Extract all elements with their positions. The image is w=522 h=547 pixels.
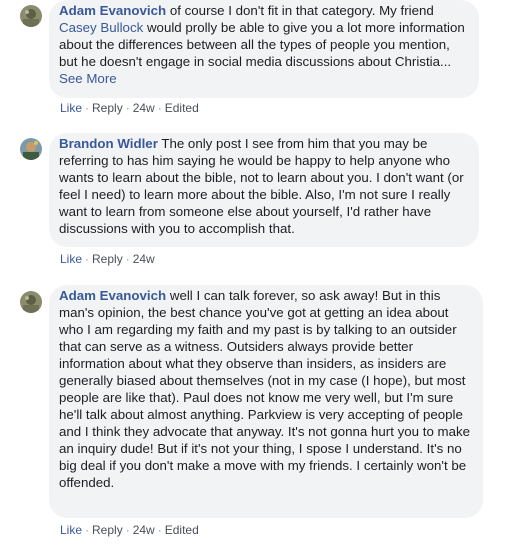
separator: · [125, 101, 130, 115]
profile-photo-icon [20, 138, 42, 160]
separator: · [85, 101, 90, 115]
edited-link[interactable]: Edited [165, 101, 199, 115]
separator: · [125, 252, 130, 266]
comment-actions: Like · Reply · 24w [60, 251, 155, 267]
comment-text: The only post I see from him that you ma… [59, 136, 464, 236]
comment-author[interactable]: Brandon Widler [59, 136, 158, 151]
edited-link[interactable]: Edited [165, 523, 199, 537]
like-button[interactable]: Like [60, 523, 82, 537]
like-button[interactable]: Like [60, 101, 82, 115]
comment-bubble: Adam Evanovich of course I don't fit in … [49, 0, 479, 98]
comment-author[interactable]: Adam Evanovich [59, 3, 166, 18]
reply-button[interactable]: Reply [92, 101, 123, 115]
timestamp-link[interactable]: 24w [133, 252, 155, 266]
separator: · [157, 523, 162, 537]
avatar[interactable] [20, 5, 42, 27]
see-more-link[interactable]: See More [59, 71, 117, 86]
comment-actions: Like · Reply · 24w · Edited [60, 522, 199, 538]
comment-actions: Like · Reply · 24w · Edited [60, 100, 199, 116]
mention-link[interactable]: Casey Bullock [59, 20, 143, 35]
avatar[interactable] [20, 138, 42, 160]
reply-button[interactable]: Reply [92, 523, 123, 537]
timestamp-link[interactable]: 24w [133, 523, 155, 537]
profile-photo-icon [20, 291, 42, 313]
separator: · [85, 523, 90, 537]
like-button[interactable]: Like [60, 252, 82, 266]
separator: · [85, 252, 90, 266]
comment-text: of course I don't fit in that category. … [166, 3, 434, 18]
comment-bubble: Adam Evanovich well I can talk forever, … [49, 285, 483, 518]
comment-bubble: Brandon Widler The only post I see from … [49, 133, 479, 247]
separator: · [125, 523, 130, 537]
profile-photo-icon [20, 5, 42, 27]
timestamp-link[interactable]: 24w [133, 101, 155, 115]
separator: · [157, 101, 162, 115]
avatar[interactable] [20, 291, 42, 313]
comment-text: well I can talk forever, so ask away! Bu… [59, 288, 471, 490]
comment-author[interactable]: Adam Evanovich [59, 288, 166, 303]
reply-button[interactable]: Reply [92, 252, 123, 266]
